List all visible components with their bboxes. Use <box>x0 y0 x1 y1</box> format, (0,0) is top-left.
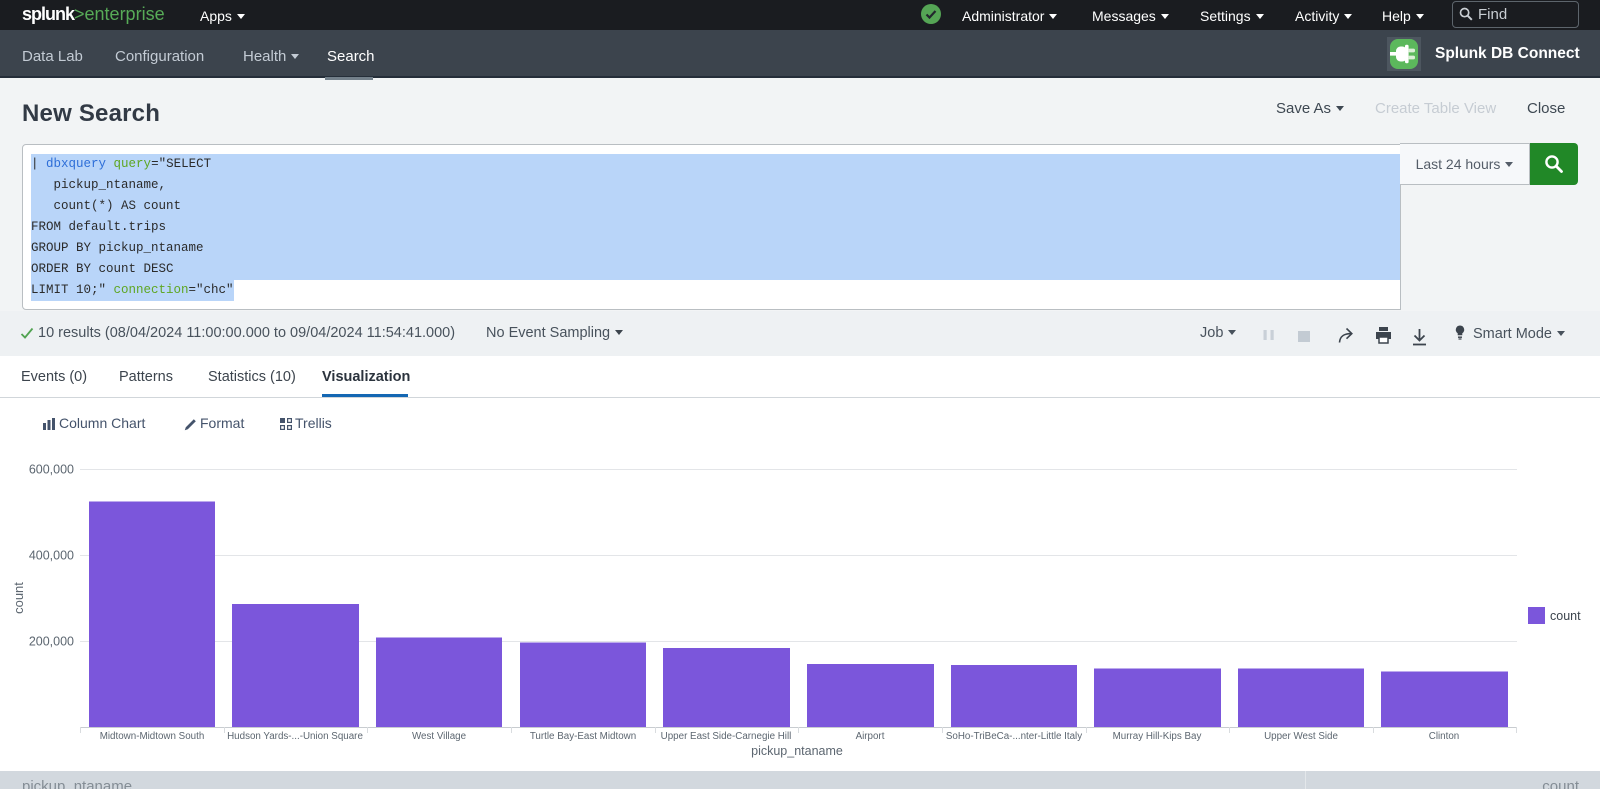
svg-text:Upper East Side-Carnegie Hill: Upper East Side-Carnegie Hill <box>661 731 792 742</box>
svg-text:Upper West Side: Upper West Side <box>1264 731 1338 742</box>
svg-text:Turtle Bay-East Midtown: Turtle Bay-East Midtown <box>530 731 636 742</box>
svg-text:Clinton: Clinton <box>1429 731 1460 742</box>
svg-text:200,000: 200,000 <box>29 635 74 649</box>
svg-text:West Village: West Village <box>412 731 467 742</box>
svg-text:pickup_ntaname: pickup_ntaname <box>751 744 843 758</box>
svg-text:400,000: 400,000 <box>29 549 74 563</box>
svg-text:Airport: Airport <box>856 731 885 742</box>
svg-text:SoHo-TriBeCa-...nter-Little It: SoHo-TriBeCa-...nter-Little Italy <box>946 731 1082 742</box>
svg-text:count: count <box>1550 609 1581 623</box>
svg-text:Midtown-Midtown South: Midtown-Midtown South <box>100 731 205 742</box>
svg-text:Murray Hill-Kips Bay: Murray Hill-Kips Bay <box>1113 731 1202 742</box>
svg-text:600,000: 600,000 <box>29 463 74 477</box>
svg-text:Hudson Yards-...-Union Square: Hudson Yards-...-Union Square <box>227 731 363 742</box>
svg-text:count: count <box>11 582 26 614</box>
